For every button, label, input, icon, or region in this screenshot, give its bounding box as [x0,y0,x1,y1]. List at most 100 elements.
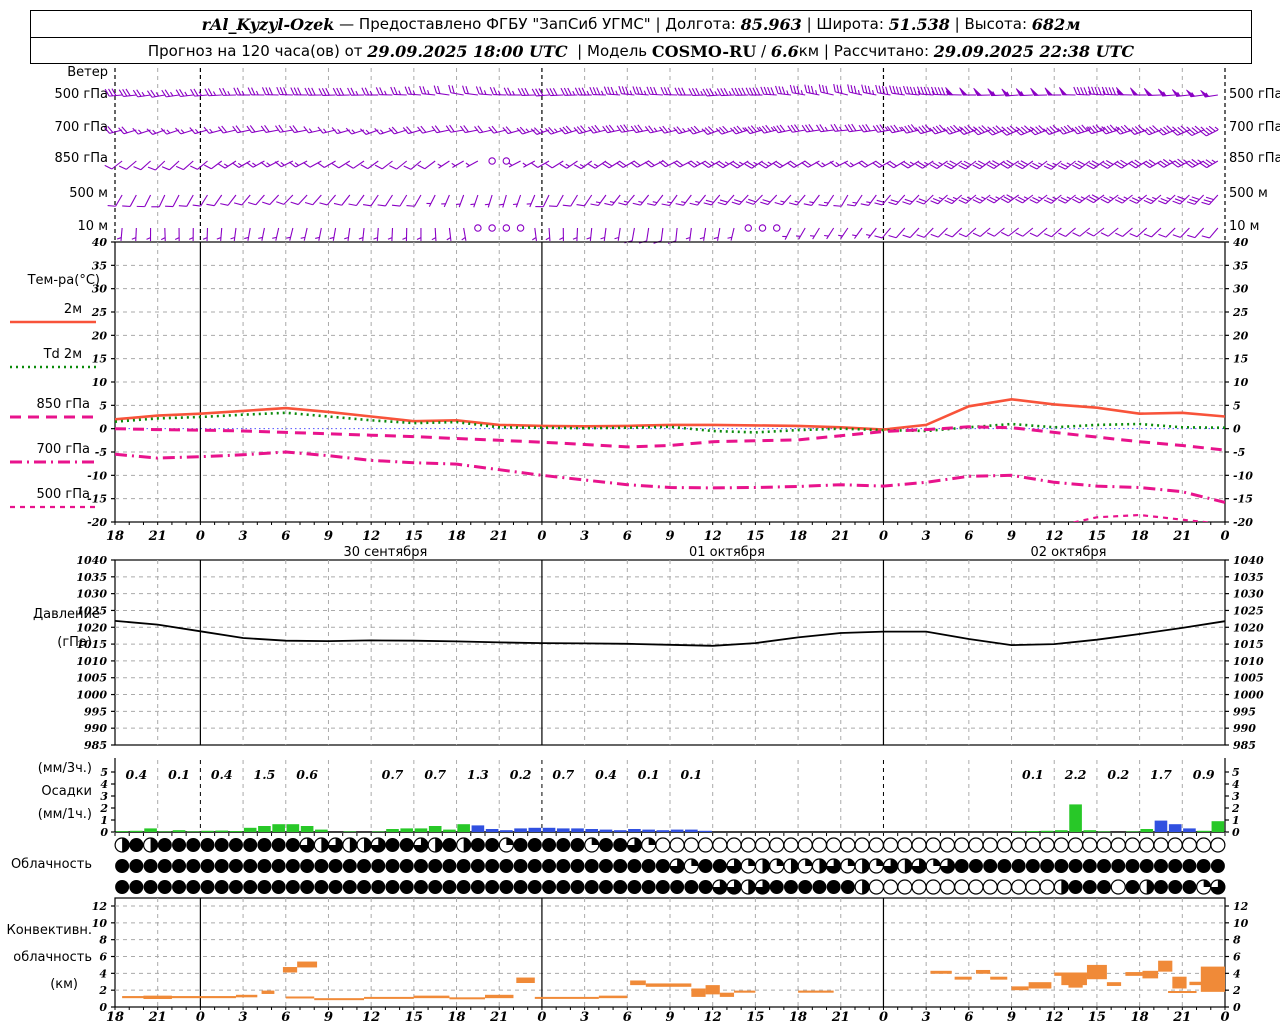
svg-text:9: 9 [665,529,674,544]
svg-text:6: 6 [623,529,632,544]
svg-text:30: 30 [1233,283,1249,296]
svg-text:18: 18 [447,1010,465,1024]
svg-text:2.2: 2.2 [1064,767,1087,782]
svg-text:1.7: 1.7 [1150,767,1172,782]
svg-text:3: 3 [239,1010,248,1024]
svg-text:25: 25 [91,306,107,319]
svg-text:12: 12 [1045,1010,1063,1024]
svg-text:6: 6 [964,529,973,544]
svg-text:0: 0 [537,1010,546,1024]
svg-text:-20: -20 [87,516,107,529]
svg-text:1015: 1015 [1233,638,1264,651]
svg-text:9: 9 [1007,1010,1016,1024]
svg-text:5: 5 [1233,399,1241,412]
svg-text:1030: 1030 [1233,588,1264,601]
svg-text:15: 15 [92,353,107,366]
svg-text:18: 18 [106,1010,124,1024]
svg-text:35: 35 [1233,259,1248,272]
svg-text:0: 0 [879,529,888,544]
svg-text:6: 6 [964,1010,973,1024]
svg-text:21: 21 [489,529,508,544]
svg-text:3: 3 [580,529,589,544]
svg-text:5: 5 [99,399,107,412]
svg-text:990: 990 [84,722,107,735]
svg-text:1005: 1005 [76,672,107,685]
svg-text:4: 4 [99,967,107,980]
svg-text:6: 6 [99,951,107,964]
svg-text:0: 0 [879,1010,888,1024]
svg-text:21: 21 [831,1010,850,1024]
svg-text:0: 0 [537,529,546,544]
svg-text:0.1: 0.1 [638,767,660,782]
svg-text:21: 21 [489,1010,508,1024]
svg-text:2: 2 [1232,984,1241,997]
svg-text:18: 18 [789,529,807,544]
svg-text:985: 985 [1233,739,1256,752]
svg-text:1030: 1030 [76,588,107,601]
svg-text:1035: 1035 [76,571,107,584]
svg-text:1010: 1010 [76,655,107,668]
svg-text:18: 18 [1131,529,1149,544]
svg-text:40: 40 [1233,236,1249,249]
svg-text:9: 9 [324,1010,333,1024]
meteogram-chart: 40 4035 3530 3025 2520 2015 1510 105 50 0-5 -5-10-… [10,68,1264,1024]
svg-text:990: 990 [1233,722,1256,735]
svg-text:1025: 1025 [1233,604,1264,617]
svg-text:1000: 1000 [1233,689,1264,702]
svg-text:12: 12 [704,529,722,544]
svg-text:995: 995 [1233,705,1256,718]
svg-text:21: 21 [831,529,850,544]
svg-text:10: 10 [1233,376,1249,389]
svg-text:-10: -10 [1233,469,1253,482]
svg-text:0: 0 [196,529,205,544]
svg-text:0.4: 0.4 [125,767,147,782]
svg-text:12: 12 [1045,529,1063,544]
svg-text:12: 12 [1233,900,1249,913]
svg-text:9: 9 [1007,529,1016,544]
svg-text:1010: 1010 [1233,655,1264,668]
svg-text:25: 25 [1232,306,1248,319]
svg-text:0.1: 0.1 [1022,767,1044,782]
svg-text:15: 15 [746,529,764,544]
svg-text:1040: 1040 [76,554,107,567]
svg-text:15: 15 [1233,353,1248,366]
svg-text:0: 0 [1233,423,1241,436]
svg-text:0: 0 [1220,1010,1229,1024]
svg-text:-15: -15 [1233,493,1253,506]
svg-text:0: 0 [196,1010,205,1024]
svg-text:0.4: 0.4 [595,767,617,782]
svg-text:10: 10 [92,376,108,389]
svg-text:3: 3 [580,1010,589,1024]
svg-text:3: 3 [922,1010,931,1024]
svg-text:21: 21 [1172,529,1191,544]
svg-text:0.4: 0.4 [211,767,233,782]
svg-text:3: 3 [239,529,248,544]
svg-text:0.7: 0.7 [382,767,404,782]
svg-text:0: 0 [99,423,107,436]
svg-text:12: 12 [362,1010,380,1024]
svg-text:8: 8 [99,934,107,947]
svg-text:02 октября: 02 октября [1030,545,1106,560]
svg-text:1005: 1005 [1233,672,1264,685]
svg-text:30 сентября: 30 сентября [343,545,427,560]
svg-text:1035: 1035 [1233,571,1264,584]
svg-text:0.6: 0.6 [296,767,318,782]
svg-text:0.1: 0.1 [680,767,702,782]
svg-text:4: 4 [1233,967,1241,980]
svg-text:15: 15 [1088,529,1106,544]
svg-text:-20: -20 [1233,516,1253,529]
svg-text:12: 12 [704,1010,722,1024]
svg-text:20: 20 [1232,329,1249,342]
svg-text:9: 9 [665,1010,674,1024]
svg-text:985: 985 [84,739,107,752]
svg-text:8: 8 [1233,934,1241,947]
svg-text:-5: -5 [1233,446,1245,459]
svg-text:1.3: 1.3 [467,767,489,782]
svg-text:15: 15 [405,1010,423,1024]
meteogram-page: rAl_Kyzyl-Ozek — Предоставлено ФГБУ "Зап… [0,0,1280,1024]
svg-text:0: 0 [1233,1001,1241,1014]
svg-text:12: 12 [362,529,380,544]
svg-text:-15: -15 [87,493,107,506]
svg-text:18: 18 [789,1010,807,1024]
svg-text:9: 9 [324,529,333,544]
